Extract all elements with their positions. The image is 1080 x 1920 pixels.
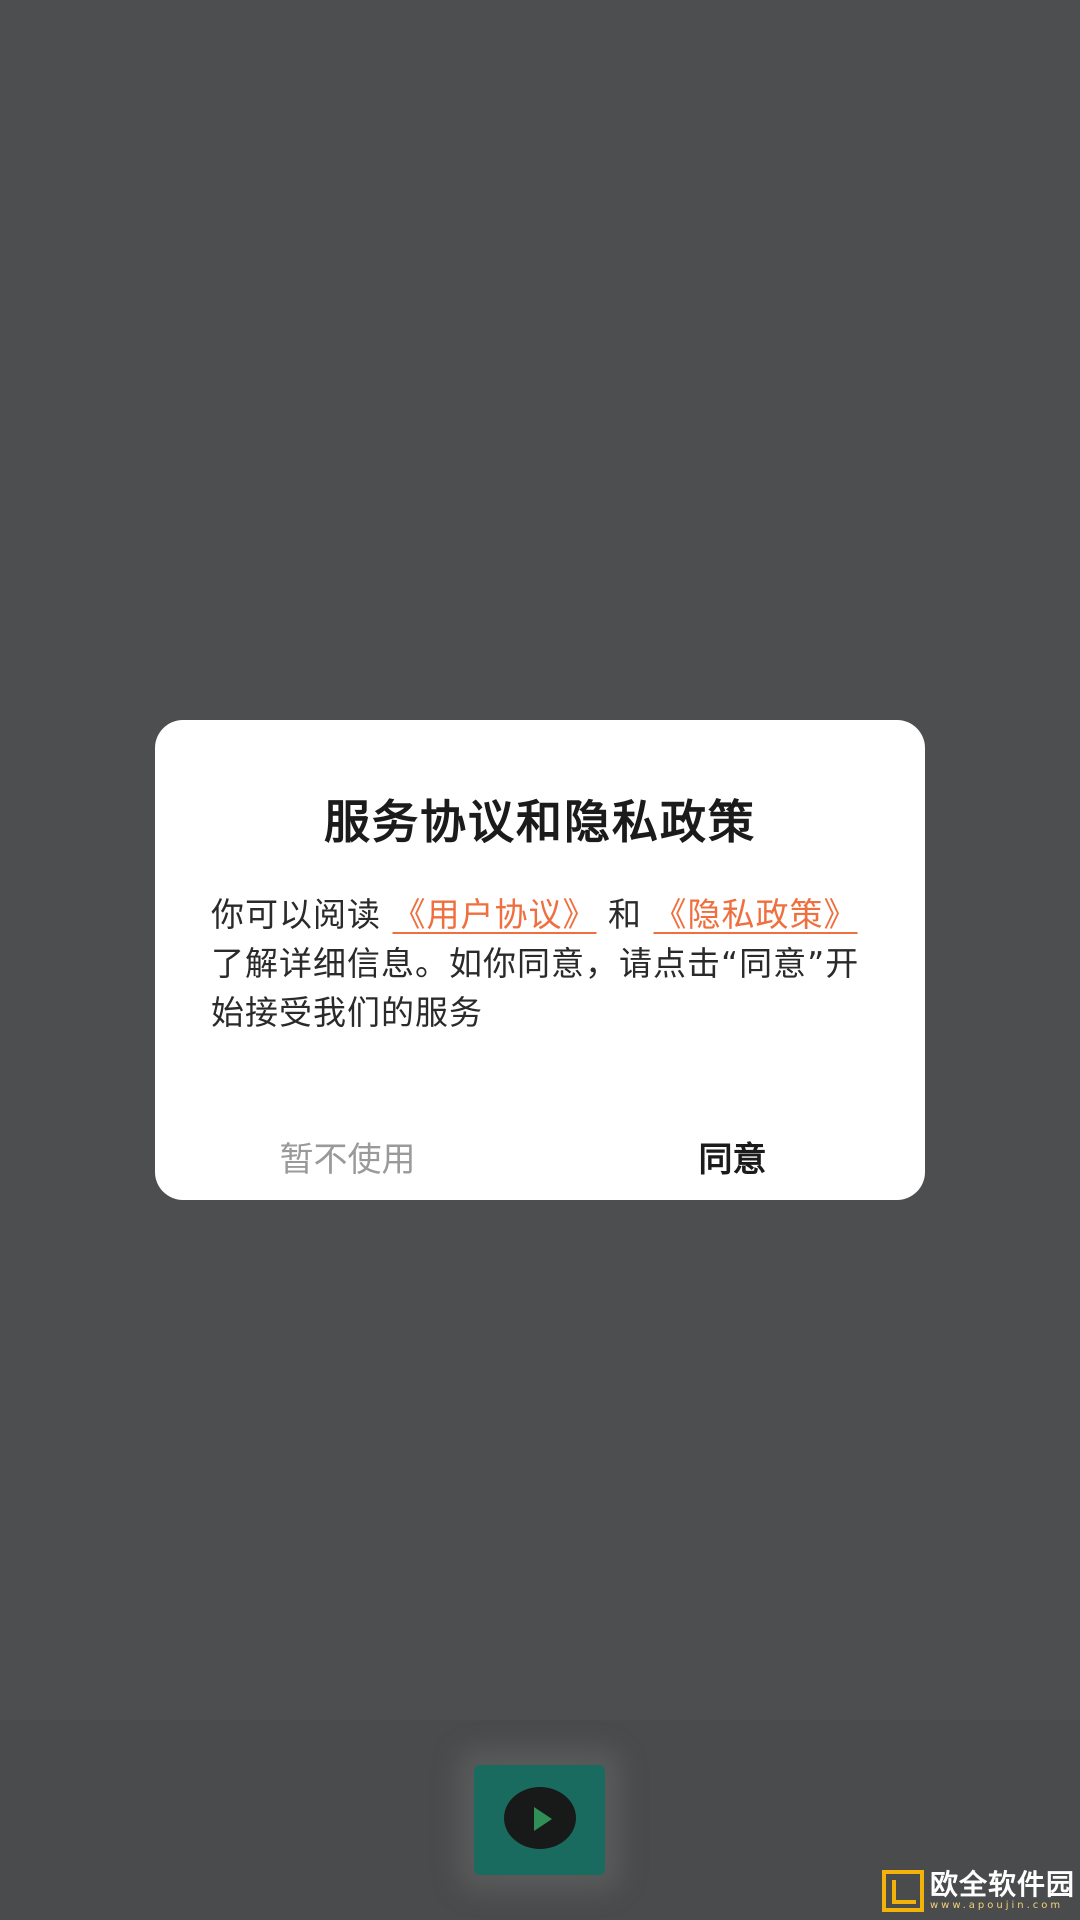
dialog-actions: 暂不使用 同意 [155, 1135, 925, 1185]
dialog-message: 你可以阅读 《用户协议》 和 《隐私政策》 了解详细信息。如你同意，请点击“同意… [211, 890, 869, 1037]
watermark-name: 欧全软件园 [930, 1868, 1076, 1901]
dialog-title: 服务协议和隐私政策 [324, 795, 756, 849]
message-text: 你可以阅读 [211, 895, 393, 934]
user-agreement-link[interactable]: 《用户协议》 [393, 895, 597, 934]
agree-button[interactable]: 同意 [540, 1135, 925, 1185]
decline-button[interactable]: 暂不使用 [155, 1135, 540, 1185]
message-text: 和 [596, 895, 654, 934]
privacy-consent-dialog: 服务协议和隐私政策 你可以阅读 《用户协议》 和 《隐私政策》 了解详细信息。如… [155, 720, 925, 1200]
privacy-policy-link[interactable]: 《隐私政策》 [653, 895, 857, 934]
watermark-logo-icon [882, 1870, 924, 1912]
play-icon [504, 1787, 576, 1849]
app-logo [474, 1765, 605, 1875]
message-text: 了解详细信息。如你同意，请点击“同意”开始接受我们的服务 [211, 944, 860, 1032]
watermark-url: www.apoujin.com [930, 1900, 1064, 1911]
watermark: 欧全软件园 www.apoujin.com [882, 1868, 1076, 1912]
